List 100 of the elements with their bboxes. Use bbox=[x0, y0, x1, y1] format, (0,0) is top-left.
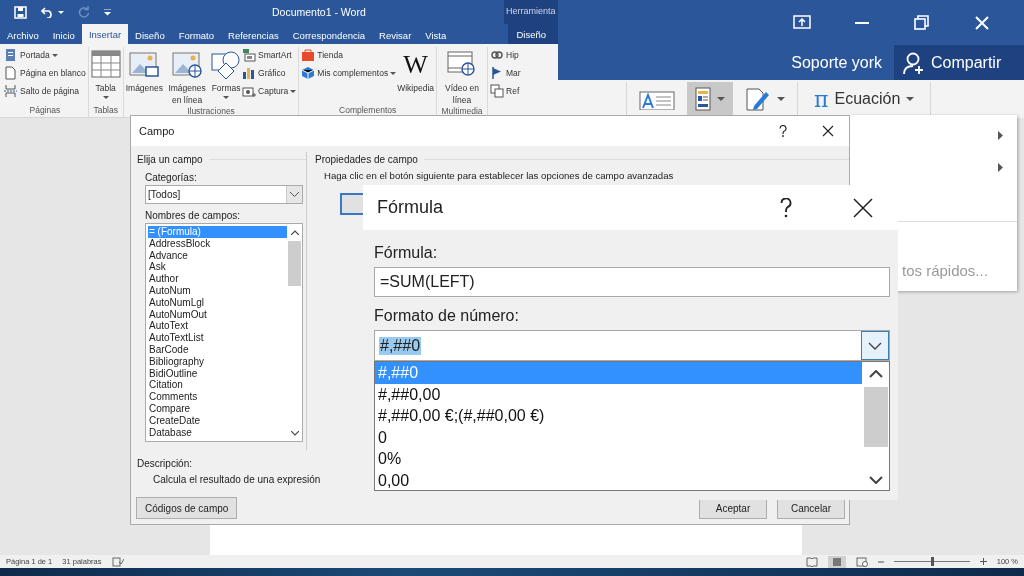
ribbon-command[interactable]: Captura bbox=[242, 83, 297, 99]
zoom-out-icon bbox=[877, 558, 884, 565]
list-item[interactable]: #,##0,00 bbox=[375, 383, 862, 405]
list-item[interactable]: 0 bbox=[375, 426, 862, 448]
ribbon-command[interactable]: Mis complementos bbox=[301, 65, 397, 81]
ribbon-command[interactable]: Ref bbox=[490, 83, 521, 99]
share-button[interactable]: Compartir bbox=[894, 45, 1024, 80]
list-item[interactable]: Advance bbox=[148, 249, 287, 262]
redo-icon bbox=[78, 6, 90, 18]
group-label: Ilustraciones bbox=[186, 106, 236, 117]
field-codes-button[interactable]: Códigos de campo bbox=[136, 497, 238, 519]
number-format-combo[interactable]: #,##0 bbox=[374, 330, 890, 361]
ribbon-command[interactable]: Gráfico bbox=[242, 65, 297, 81]
list-item[interactable]: AutoNum bbox=[148, 285, 287, 297]
caret-icon bbox=[777, 97, 785, 101]
list-item[interactable]: AddressBlock bbox=[148, 237, 287, 250]
save-button[interactable] bbox=[12, 3, 29, 21]
list-item[interactable]: Bibliography bbox=[148, 355, 287, 368]
help-icon bbox=[779, 125, 787, 137]
ribbon-command[interactable]: Imágenes bbox=[125, 47, 164, 106]
caret-icon bbox=[717, 97, 725, 101]
table-icon bbox=[90, 50, 121, 80]
dialog-title: Fórmula bbox=[377, 197, 444, 218]
ribbon-command[interactable]: Mar bbox=[490, 65, 521, 81]
list-item[interactable]: Comments bbox=[148, 391, 287, 403]
present-icon bbox=[793, 13, 811, 32]
ribbon-command[interactable]: Hip bbox=[490, 47, 521, 63]
scrollbar-thumb[interactable] bbox=[863, 387, 888, 447]
list-item[interactable]: 0,00 bbox=[375, 469, 862, 490]
scroll-down-icon bbox=[868, 476, 883, 484]
window-title: Documento1 - Word bbox=[272, 6, 366, 18]
submenu-arrow-icon bbox=[998, 162, 1003, 172]
ribbon-command[interactable]: W Wikipedia bbox=[397, 47, 434, 105]
ribbon-tab[interactable]: Insertar bbox=[81, 24, 129, 44]
wikipedia-logo: W bbox=[403, 50, 428, 80]
list-item[interactable]: BidiOutline bbox=[148, 367, 287, 380]
ribbon-tab[interactable]: Revisar bbox=[372, 26, 419, 44]
list-item[interactable]: #,##0,00 €;(#,##0,00 €) bbox=[375, 405, 862, 427]
user-name[interactable]: Soporte york bbox=[791, 45, 894, 80]
ribbon-tab[interactable]: Diseño bbox=[128, 26, 172, 44]
field-label: Formato de número: bbox=[374, 306, 520, 326]
list-item[interactable]: 0% bbox=[375, 448, 862, 470]
ribbon-tab[interactable]: Archivo bbox=[0, 26, 46, 44]
ribbon-command[interactable]: Vídeo en línea bbox=[439, 47, 485, 106]
list-item[interactable]: AutoText bbox=[148, 320, 287, 333]
field-label: Nombres de campos: bbox=[145, 210, 242, 221]
ribbon-command[interactable]: Formas bbox=[211, 47, 242, 106]
context-group-label: Herramienta bbox=[504, 0, 558, 24]
ribbon-tab[interactable]: Inicio bbox=[45, 26, 82, 44]
section-heading: Propiedades de campo bbox=[315, 153, 418, 165]
ribbon-tab[interactable]: Correspondencia bbox=[285, 26, 373, 44]
hint-text: Haga clic en el botón siguiente para establecer las opciones de campo avanzadas bbox=[324, 170, 675, 181]
list-item[interactable]: AutoNumOut bbox=[148, 308, 287, 321]
scrollbar-thumb[interactable] bbox=[288, 241, 301, 286]
slider-thumb[interactable] bbox=[930, 557, 934, 566]
proofing-icon bbox=[111, 556, 124, 567]
list-item[interactable]: CreateDate bbox=[148, 414, 287, 427]
ribbon-command[interactable]: SmartArt bbox=[242, 47, 297, 63]
list-item[interactable]: AutoTextList bbox=[148, 332, 287, 344]
ribbon-tab[interactable]: Formato bbox=[171, 26, 222, 44]
document-parts-icon bbox=[695, 87, 711, 111]
zoom-in-icon bbox=[979, 558, 987, 565]
caret-icon bbox=[906, 97, 915, 101]
list-item[interactable]: Compare bbox=[148, 402, 287, 415]
shapes-icon bbox=[211, 50, 242, 80]
page-pen-icon bbox=[745, 86, 771, 112]
formula-field[interactable]: =SUM(LEFT) bbox=[374, 267, 890, 297]
person-add-icon bbox=[902, 50, 926, 75]
flag-icon bbox=[490, 66, 504, 80]
chevron-down-icon bbox=[290, 192, 299, 197]
close-icon bbox=[973, 13, 991, 32]
list-item[interactable]: Citation bbox=[148, 379, 287, 392]
ribbon-command[interactable]: Página en blanco bbox=[4, 65, 86, 81]
group-label: Páginas bbox=[28, 105, 62, 117]
ribbon-command[interactable]: Imágenes en línea bbox=[164, 47, 211, 106]
web-layout-icon bbox=[855, 556, 868, 567]
ribbon-tab[interactable]: Vista bbox=[418, 26, 454, 44]
text-box-icon bbox=[639, 88, 675, 110]
restore-icon bbox=[913, 13, 931, 32]
list-item[interactable]: Database bbox=[148, 426, 287, 439]
ribbon-tab[interactable]: Referencias bbox=[221, 26, 286, 44]
ribbon-command[interactable]: Tabla bbox=[90, 47, 121, 105]
ribbon-command[interactable]: Salto de página bbox=[4, 83, 86, 99]
ribbon-command[interactable]: Tienda bbox=[301, 47, 397, 63]
categories-dropdown[interactable]: [Todos] bbox=[145, 185, 303, 204]
list-item[interactable]: AutoNumLgl bbox=[148, 296, 287, 309]
close-icon bbox=[822, 125, 834, 137]
ribbon-command[interactable]: Portada bbox=[4, 47, 86, 63]
list-item[interactable]: Ask bbox=[148, 261, 287, 274]
camera-icon bbox=[242, 84, 257, 98]
list-item[interactable]: BarCode bbox=[148, 343, 287, 356]
submenu-arrow-icon bbox=[998, 130, 1003, 140]
cube-icon bbox=[301, 66, 316, 80]
quick-parts-button[interactable] bbox=[687, 82, 733, 116]
ribbon-tab[interactable]: Diseño bbox=[508, 24, 558, 44]
bar-chart-icon bbox=[242, 66, 257, 80]
list-item[interactable]: Author bbox=[148, 273, 287, 285]
group-label: Tablas bbox=[92, 105, 119, 117]
field-label: Fórmula: bbox=[374, 243, 439, 263]
group-label: Complementos bbox=[338, 105, 398, 117]
